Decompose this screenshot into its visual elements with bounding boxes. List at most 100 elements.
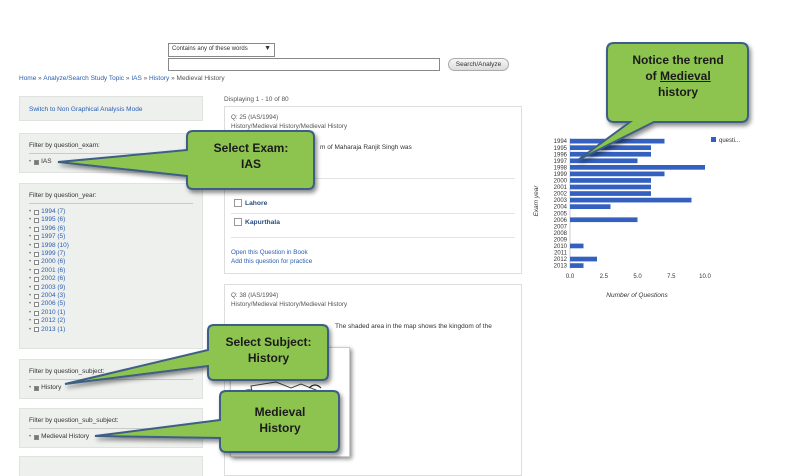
divider bbox=[231, 237, 515, 238]
exam-option-ias[interactable]: • IAS bbox=[29, 158, 193, 166]
sub-subject-option-label: Medieval History bbox=[41, 433, 90, 440]
checkbox-icon[interactable] bbox=[34, 209, 40, 215]
callout-exam-line2: IAS bbox=[240, 157, 261, 171]
chart-y-axis-label: Exam year bbox=[533, 185, 540, 217]
checkbox-icon[interactable] bbox=[34, 234, 40, 240]
year-option[interactable]: • 2002 (6) bbox=[29, 275, 193, 283]
breadcrumb-sep: » bbox=[125, 75, 130, 82]
year-option[interactable]: • 2010 (1) bbox=[29, 309, 193, 317]
chart-x-tick-label: 2.5 bbox=[600, 274, 609, 280]
open-in-book-link[interactable]: Open this Question in Book bbox=[231, 249, 308, 256]
year-option[interactable]: • 1997 (5) bbox=[29, 233, 193, 241]
year-filter-title-text: Filter by question_year: bbox=[29, 192, 97, 199]
bullet: • bbox=[29, 259, 32, 266]
year-option[interactable]: • 2004 (3) bbox=[29, 292, 193, 300]
question-1-text: m of Maharaja Ranjit Singh was bbox=[320, 144, 412, 151]
year-option[interactable]: • 2000 (6) bbox=[29, 258, 193, 266]
checkbox-icon[interactable] bbox=[34, 260, 40, 266]
chart-bar bbox=[570, 184, 651, 190]
checkbox-icon[interactable] bbox=[34, 276, 40, 282]
chart-bar bbox=[570, 171, 665, 177]
exam-filter-title: Filter by question_exam: bbox=[20, 134, 202, 158]
checkbox-icon[interactable] bbox=[34, 318, 40, 324]
checkbox-icon[interactable] bbox=[34, 226, 40, 232]
year-option[interactable]: • 1995 (6) bbox=[29, 216, 193, 224]
search-input[interactable] bbox=[168, 58, 440, 71]
chart-y-tick-label: 2013 bbox=[554, 264, 568, 270]
chart-y-tick-label: 1994 bbox=[554, 139, 568, 145]
bullet: • bbox=[29, 276, 32, 283]
checkbox-icon[interactable] bbox=[34, 434, 40, 440]
search-analyze-button[interactable]: Search/Analyze bbox=[448, 58, 509, 71]
chart-x-tick-label: 0.0 bbox=[566, 274, 575, 280]
checkbox-icon[interactable] bbox=[34, 218, 40, 224]
question-1-option-1[interactable]: Lahore bbox=[234, 199, 267, 207]
question-1-option-2[interactable]: Kapurthala bbox=[234, 218, 280, 226]
year-option[interactable]: • 1998 (10) bbox=[29, 242, 193, 250]
year-option-label: 2002 (6) bbox=[41, 275, 66, 283]
year-option[interactable]: • 1999 (7) bbox=[29, 250, 193, 258]
chart-y-tick-label: 2006 bbox=[554, 218, 568, 224]
subject-option-history[interactable]: • History bbox=[29, 384, 193, 392]
option-checkbox-icon[interactable] bbox=[234, 218, 242, 226]
checkbox-icon[interactable] bbox=[34, 293, 40, 299]
checkbox-icon[interactable] bbox=[34, 243, 40, 249]
year-option[interactable]: • 1994 (7) bbox=[29, 208, 193, 216]
option-label: Lahore bbox=[245, 199, 268, 207]
checkbox-icon[interactable] bbox=[34, 385, 40, 391]
checkbox-icon[interactable] bbox=[34, 268, 40, 274]
year-option-label: 2010 (1) bbox=[41, 308, 66, 316]
year-option[interactable]: • 1996 (6) bbox=[29, 225, 193, 233]
year-option[interactable]: • 2003 (9) bbox=[29, 284, 193, 292]
breadcrumb-home[interactable]: Home bbox=[19, 75, 36, 82]
option-checkbox-icon[interactable] bbox=[234, 199, 242, 207]
chart-x-tick-label: 5.0 bbox=[633, 274, 642, 280]
checkbox-icon[interactable] bbox=[34, 251, 40, 257]
mode-panel: Switch to Non Graphical Analysis Mode bbox=[19, 96, 203, 121]
bullet: • bbox=[29, 225, 32, 232]
bottom-panel bbox=[19, 456, 203, 476]
year-option-label: 2001 (6) bbox=[41, 266, 66, 274]
breadcrumb-ias[interactable]: IAS bbox=[131, 75, 141, 82]
search-mode-value: Contains any of these words bbox=[172, 46, 248, 52]
bullet: • bbox=[29, 267, 32, 274]
year-option-label: 2012 (2) bbox=[41, 317, 66, 325]
chart-y-tick-label: 2010 bbox=[554, 244, 568, 250]
year-filter-title: Filter by question_year: bbox=[20, 184, 202, 208]
question-2-text: The shaded area in the map shows the kin… bbox=[335, 323, 492, 330]
callout-trend-line2-underlined: Medieval bbox=[659, 69, 711, 83]
search-mode-select[interactable]: Contains any of these words ▼ bbox=[168, 43, 275, 57]
question-card-1: Q: 25 (IAS/1994) History/Medieval Histor… bbox=[224, 106, 522, 274]
breadcrumb-sep: » bbox=[38, 75, 42, 82]
chart-y-tick-label: 1997 bbox=[554, 159, 568, 165]
callout-subject-line1: Select Subject: bbox=[225, 335, 312, 349]
year-option[interactable]: • 2012 (2) bbox=[29, 317, 193, 325]
year-option[interactable]: • 2001 (6) bbox=[29, 267, 193, 275]
dropdown-arrow-icon: ▼ bbox=[264, 45, 271, 52]
bullet: • bbox=[29, 242, 32, 249]
checkbox-icon[interactable] bbox=[34, 310, 40, 316]
year-option[interactable]: • 2013 (1) bbox=[29, 326, 193, 334]
sub-subject-option-medieval[interactable]: • Medieval History bbox=[29, 433, 193, 441]
chart-y-tick-label: 2009 bbox=[554, 237, 568, 243]
breadcrumb-history[interactable]: History bbox=[149, 75, 169, 82]
breadcrumb-sep: » bbox=[171, 75, 175, 82]
divider bbox=[231, 213, 515, 214]
checkbox-icon[interactable] bbox=[34, 327, 40, 333]
chart-y-tick-label: 2012 bbox=[554, 257, 568, 263]
chart-bar bbox=[570, 263, 584, 268]
breadcrumb-study-topic[interactable]: Analyze/Search Study Topic bbox=[43, 75, 124, 82]
divider bbox=[231, 178, 515, 179]
year-option[interactable]: • 2006 (5) bbox=[29, 300, 193, 308]
bullet: • bbox=[29, 209, 32, 215]
switch-mode-link[interactable]: Switch to Non Graphical Analysis Mode bbox=[20, 97, 202, 122]
chart-y-tick-label: 1996 bbox=[554, 152, 568, 158]
question-1-topic: History/Medieval History/Medieval Histor… bbox=[231, 122, 348, 130]
chart-y-tick-label: 2000 bbox=[554, 179, 568, 185]
chart-bar bbox=[570, 151, 651, 157]
checkbox-icon[interactable] bbox=[34, 302, 40, 308]
chart-bar bbox=[570, 191, 651, 196]
add-practice-link[interactable]: Add this question for practice bbox=[231, 258, 312, 265]
checkbox-icon[interactable] bbox=[34, 159, 40, 165]
checkbox-icon[interactable] bbox=[34, 285, 40, 291]
